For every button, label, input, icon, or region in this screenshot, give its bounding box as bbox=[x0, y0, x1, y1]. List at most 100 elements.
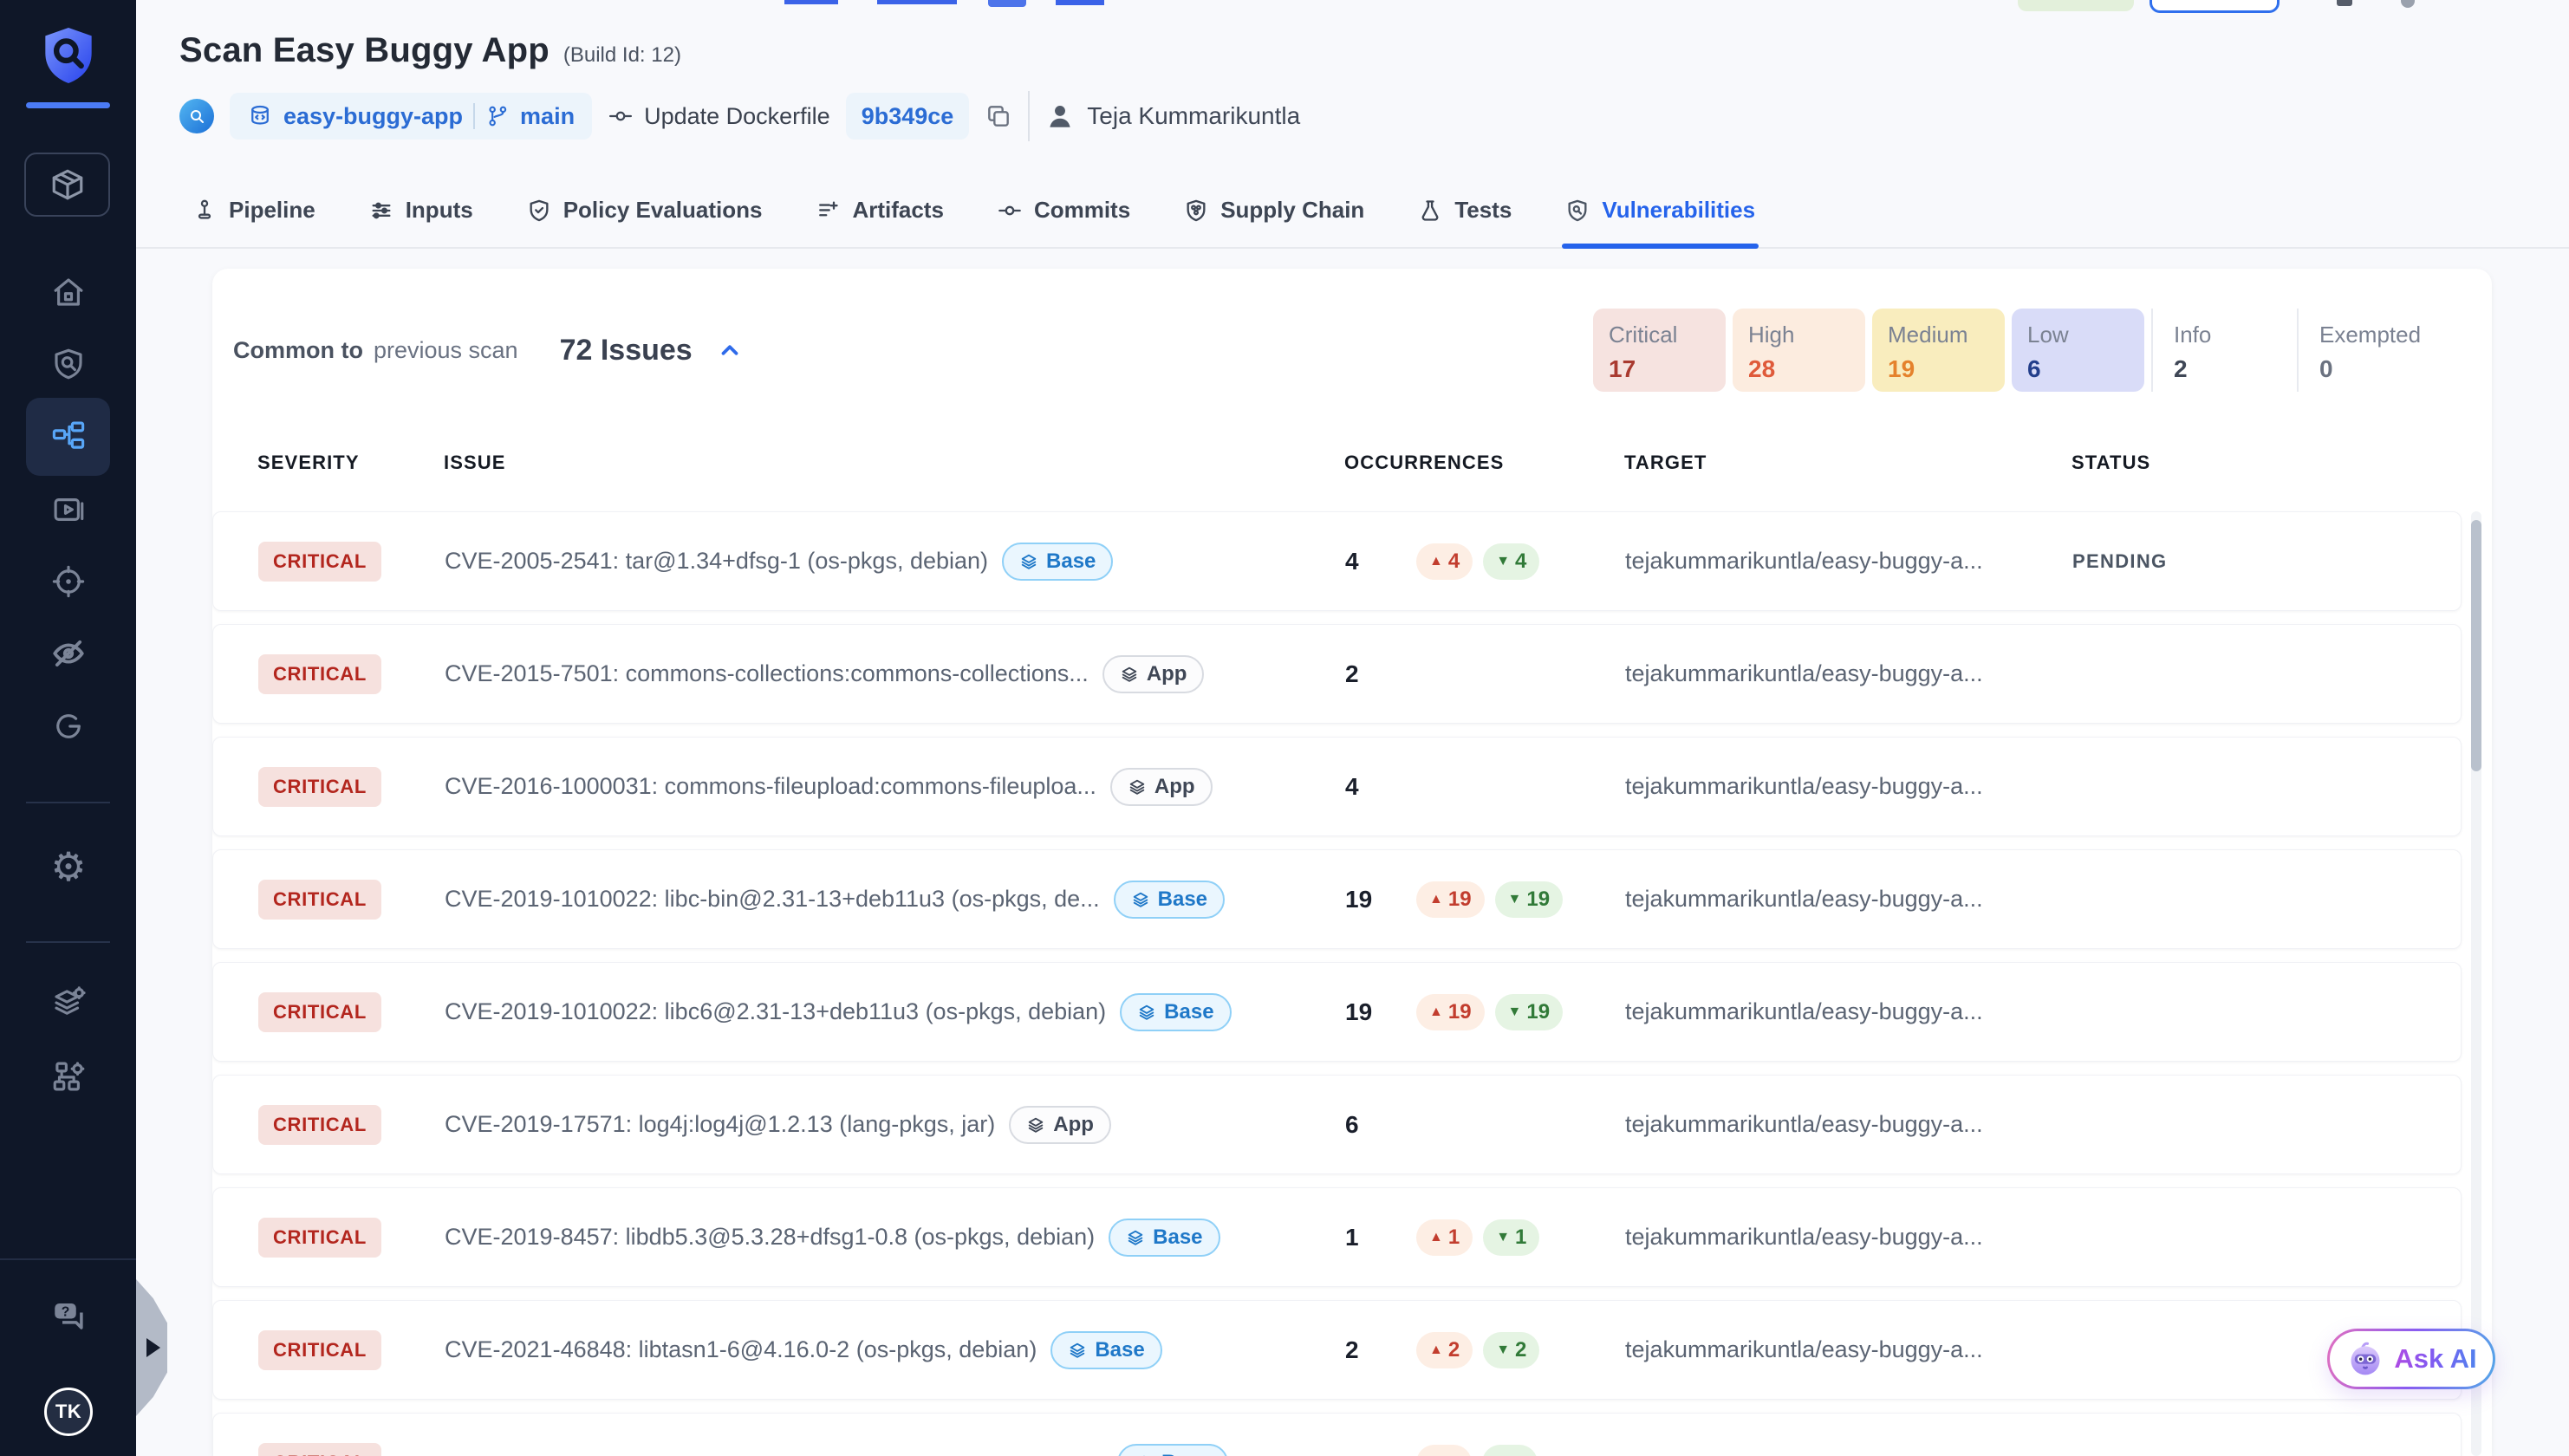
commit-sha-chip[interactable]: 9b349ce bbox=[846, 93, 970, 140]
tab-artifacts[interactable]: Artifacts bbox=[816, 173, 943, 247]
issue-cell: CVE-2019-1010022: libc6@2.31-13+deb11u3 … bbox=[445, 993, 1345, 1031]
status-cell: PENDING bbox=[2072, 550, 2461, 573]
occurrences-cell: 4 bbox=[1345, 773, 1625, 801]
help-chat-icon[interactable]: ? bbox=[49, 1296, 88, 1336]
pipeline-icon[interactable] bbox=[49, 416, 88, 456]
layers-config-icon[interactable] bbox=[49, 983, 88, 1023]
issue-title[interactable]: CVE-2005-2541: tar@1.34+dfsg-1 (os-pkgs,… bbox=[445, 548, 988, 575]
severity-cell: CRITICAL bbox=[258, 767, 445, 807]
repo-name[interactable]: easy-buggy-app bbox=[283, 103, 463, 130]
col-severity: SEVERITY bbox=[257, 452, 444, 474]
scope-label: Base bbox=[1046, 549, 1096, 574]
commit-icon bbox=[608, 103, 634, 129]
table-row[interactable]: CRITICAL CVE-2019-8457: libdb5.3@5.3.28+… bbox=[212, 1187, 2462, 1287]
severity-card-low[interactable]: Low 6 bbox=[2012, 309, 2144, 392]
table-row[interactable]: CRITICAL CVE-2015-7501: commons-collecti… bbox=[212, 624, 2462, 724]
table-row[interactable]: CRITICAL CVE-2019-17571: log4j:log4j@1.2… bbox=[212, 1075, 2462, 1174]
table-row[interactable]: CRITICAL Base bbox=[212, 1413, 2462, 1456]
severity-cell: CRITICAL bbox=[258, 1218, 445, 1258]
scrollbar-thumb[interactable] bbox=[2471, 520, 2481, 771]
scope-pill: App bbox=[1009, 1106, 1111, 1144]
supply-chain-tab-icon bbox=[1184, 198, 1208, 223]
occurrence-count: 2 bbox=[1345, 660, 1406, 688]
issue-cell: CVE-2019-8457: libdb5.3@5.3.28+dfsg1-0.8… bbox=[445, 1219, 1345, 1257]
occurrence-count: 6 bbox=[1345, 1111, 1406, 1139]
issue-cell: CVE-2019-1010022: libc-bin@2.31-13+deb11… bbox=[445, 881, 1345, 919]
target-name: tejakummarikuntla/easy-buggy-a... bbox=[1625, 1111, 1983, 1137]
scope-pill: Base bbox=[1109, 1219, 1219, 1257]
tab-tests[interactable]: Tests bbox=[1418, 173, 1512, 247]
home-icon[interactable] bbox=[49, 272, 88, 312]
occurrences-cell: 6 bbox=[1345, 1111, 1625, 1139]
eye-off-icon[interactable] bbox=[49, 634, 88, 673]
severity-cell: CRITICAL bbox=[258, 992, 445, 1032]
tab-policy-evaluations[interactable]: Policy Evaluations bbox=[527, 173, 763, 247]
issue-title[interactable]: CVE-2021-46848: libtasn1-6@4.16.0-2 (os-… bbox=[445, 1336, 1037, 1363]
tab-pipeline[interactable]: Pipeline bbox=[192, 173, 315, 247]
table-header: SEVERITY ISSUE OCCURRENCES TARGET STATUS bbox=[212, 439, 2462, 487]
branch-name[interactable]: main bbox=[520, 103, 575, 130]
occurrences-cell: 2 bbox=[1345, 660, 1625, 688]
table-row[interactable]: CRITICAL CVE-2005-2541: tar@1.34+dfsg-1 … bbox=[212, 511, 2462, 611]
user-avatar[interactable]: TK bbox=[44, 1388, 93, 1436]
repo-branch-chip[interactable]: easy-buggy-app main bbox=[230, 93, 592, 140]
runs-icon[interactable] bbox=[49, 490, 88, 530]
severity-cell: CRITICAL bbox=[258, 654, 445, 694]
table-row[interactable]: CRITICAL CVE-2016-1000031: commons-fileu… bbox=[212, 737, 2462, 836]
filter-scope-label[interactable]: previous scan bbox=[374, 337, 518, 364]
scope-pill: Base bbox=[1120, 993, 1231, 1031]
ask-ai-label: Ask AI bbox=[2394, 1343, 2476, 1375]
severity-badge: CRITICAL bbox=[258, 1330, 381, 1370]
app-box-icon[interactable] bbox=[24, 153, 110, 217]
target-cell: tejakummarikuntla/easy-buggy-a... bbox=[1625, 548, 2072, 575]
scope-label: Base bbox=[1164, 1000, 1213, 1024]
layers-icon bbox=[1019, 552, 1038, 571]
tab-commits[interactable]: Commits bbox=[998, 173, 1130, 247]
power-icon[interactable] bbox=[49, 706, 88, 746]
commit-message-group[interactable]: Update Dockerfile bbox=[608, 103, 830, 130]
sidebar: ⚙ ? TK bbox=[0, 0, 136, 1456]
delta-down-badge: 4 bbox=[1483, 543, 1539, 580]
severity-card-critical[interactable]: Critical 17 bbox=[1593, 309, 1726, 392]
issue-title[interactable]: CVE-2015-7501: commons-collections:commo… bbox=[445, 660, 1089, 687]
tests-tab-icon bbox=[1418, 198, 1442, 223]
tab-inputs[interactable]: Inputs bbox=[369, 173, 473, 247]
table-row[interactable]: CRITICAL CVE-2019-1010022: libc6@2.31-13… bbox=[212, 962, 2462, 1062]
table-row[interactable]: CRITICAL CVE-2019-1010022: libc-bin@2.31… bbox=[212, 849, 2462, 949]
tab-label: Tests bbox=[1454, 197, 1512, 224]
severity-card-medium[interactable]: Medium 19 bbox=[1872, 309, 2005, 392]
table-row[interactable]: CRITICAL CVE-2021-46848: libtasn1-6@4.16… bbox=[212, 1300, 2462, 1400]
settings-gear-icon[interactable]: ⚙ bbox=[49, 847, 88, 887]
panel-expander-handle[interactable] bbox=[136, 1279, 167, 1416]
copy-icon[interactable] bbox=[985, 102, 1012, 130]
target-icon[interactable] bbox=[49, 562, 88, 601]
scope-pill: App bbox=[1110, 768, 1213, 806]
issue-title[interactable]: CVE-2016-1000031: commons-fileupload:com… bbox=[445, 773, 1096, 800]
issue-title[interactable]: CVE-2019-8457: libdb5.3@5.3.28+dfsg1-0.8… bbox=[445, 1224, 1095, 1251]
severity-cell: CRITICAL bbox=[258, 542, 445, 582]
tab-vulnerabilities[interactable]: Vulnerabilities bbox=[1565, 173, 1755, 247]
issue-title[interactable]: CVE-2019-1010022: libc-bin@2.31-13+deb11… bbox=[445, 886, 1100, 913]
ask-ai-button[interactable]: Ask AI bbox=[2327, 1329, 2495, 1389]
severity-card-high[interactable]: High 28 bbox=[1733, 309, 1865, 392]
tab-label: Commits bbox=[1034, 197, 1130, 224]
severity-card-exempted[interactable]: Exempted 0 bbox=[2297, 309, 2462, 392]
severity-summary: Critical 17 High 28 Medium 19 Low 6 Info bbox=[1593, 309, 2462, 392]
tab-label: Inputs bbox=[406, 197, 473, 224]
scan-shield-icon[interactable] bbox=[49, 344, 88, 384]
issue-title[interactable]: CVE-2019-1010022: libc6@2.31-13+deb11u3 … bbox=[445, 998, 1106, 1025]
chevron-right-icon bbox=[146, 1338, 160, 1357]
chevron-up-icon[interactable] bbox=[717, 337, 743, 363]
filter-row: Common to previous scan 72 Issues Critic… bbox=[224, 309, 2462, 392]
brand-shield-logo[interactable] bbox=[41, 23, 96, 88]
tabbar: Pipeline Inputs Policy Evaluations Artif… bbox=[136, 173, 2569, 249]
delta-down-badge: 2 bbox=[1483, 1332, 1539, 1368]
severity-card-info[interactable]: Info 2 bbox=[2151, 309, 2290, 392]
issue-cell: CVE-2005-2541: tar@1.34+dfsg-1 (os-pkgs,… bbox=[445, 543, 1345, 581]
tab-supply-chain[interactable]: Supply Chain bbox=[1184, 173, 1364, 247]
filter-common-to-label[interactable]: Common to bbox=[233, 337, 363, 364]
target-cell: tejakummarikuntla/easy-buggy-a... bbox=[1625, 773, 2072, 800]
integrations-icon[interactable] bbox=[49, 1056, 88, 1096]
build-id: (Build Id: 12) bbox=[563, 43, 681, 68]
issue-title[interactable]: CVE-2019-17571: log4j:log4j@1.2.13 (lang… bbox=[445, 1111, 995, 1138]
